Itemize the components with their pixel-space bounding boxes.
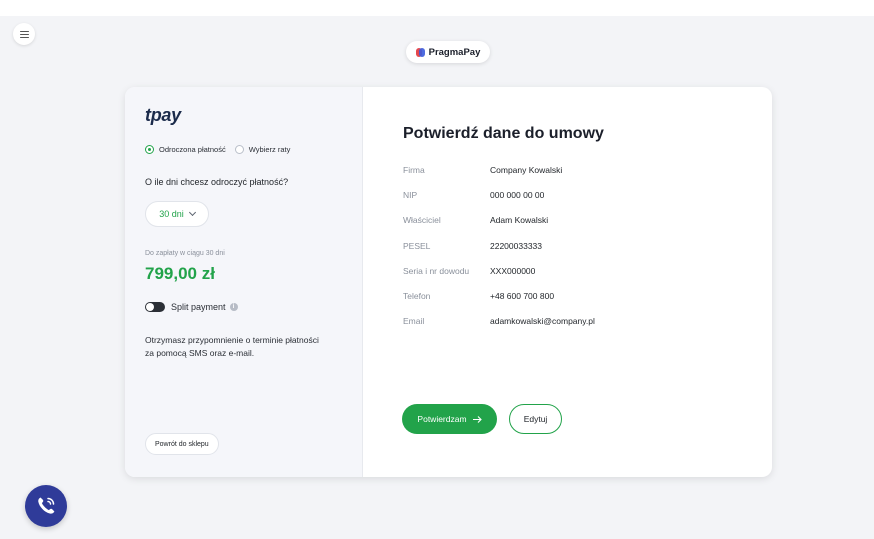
field-value: 000 000 00 00 xyxy=(490,190,545,201)
radio-installments-label[interactable]: Wybierz raty xyxy=(249,145,291,154)
field-row: Email adamkowalski@company.pl xyxy=(403,316,595,341)
page-title: Potwierdź dane do umowy xyxy=(403,125,604,142)
days-select-value: 30 dni xyxy=(159,209,184,219)
split-payment-label: Split payment xyxy=(171,302,226,312)
field-value: adamkowalski@company.pl xyxy=(490,316,595,327)
radio-deferred-label[interactable]: Odroczona płatność xyxy=(159,145,226,154)
days-select[interactable]: 30 dni xyxy=(145,201,209,227)
confirm-button-label: Potwierdzam xyxy=(417,414,467,424)
field-value: +48 600 700 800 xyxy=(490,290,555,301)
due-label: Do zapłaty w ciągu 30 dni xyxy=(145,250,225,257)
payment-type-options: Odroczona płatność Wybierz raty xyxy=(145,145,299,154)
call-button[interactable] xyxy=(25,485,67,527)
arrow-right-icon xyxy=(472,415,482,423)
menu-button[interactable] xyxy=(13,23,35,45)
field-label: Seria i nr dowodu xyxy=(403,265,470,276)
confirm-button[interactable]: Potwierdzam xyxy=(402,404,497,434)
field-value: XXX000000 xyxy=(490,265,536,276)
contract-fields: Firma Company Kowalski NIP 000 000 00 00… xyxy=(403,165,595,341)
hamburger-icon xyxy=(19,30,29,38)
field-value: Company Kowalski xyxy=(490,165,563,175)
tpay-logo: tpay xyxy=(145,105,181,125)
payment-card: tpay Odroczona płatność Wybierz raty O i… xyxy=(125,87,772,477)
reminder-text: Otrzymasz przypomnienie o terminie płatn… xyxy=(145,335,319,358)
edit-button[interactable]: Edytuj xyxy=(509,404,562,434)
phone-icon xyxy=(38,497,55,514)
field-row: PESEL 22200033333 xyxy=(403,241,595,266)
field-value: 22200033333 xyxy=(490,240,543,251)
field-label: Firma xyxy=(403,165,425,175)
field-label: Email xyxy=(403,316,425,327)
field-label: PESEL xyxy=(403,240,431,251)
back-to-shop-button[interactable]: Powrót do sklepu xyxy=(145,433,219,455)
pragmapay-logo-icon xyxy=(415,47,425,57)
field-label: Telefon xyxy=(403,290,431,301)
radio-installments[interactable] xyxy=(234,145,244,154)
field-label: NIP xyxy=(403,190,418,201)
top-bar xyxy=(0,0,874,16)
chevron-down-icon xyxy=(188,208,196,217)
split-payment-toggle[interactable] xyxy=(145,302,165,312)
amount-due: 799,00 zł xyxy=(145,264,215,283)
field-row: NIP 000 000 00 00 xyxy=(403,190,595,215)
payment-options-panel: tpay Odroczona płatność Wybierz raty O i… xyxy=(125,87,363,477)
radio-deferred-payment[interactable] xyxy=(145,145,154,154)
split-payment-row: Split payment i xyxy=(145,302,238,312)
field-label: Właściciel xyxy=(403,215,441,226)
info-icon[interactable]: i xyxy=(229,303,238,311)
deferral-question: O ile dni chcesz odroczyć płatność? xyxy=(145,177,289,187)
field-value: Adam Kowalski xyxy=(490,215,549,226)
field-row: Firma Company Kowalski xyxy=(403,165,595,190)
brand-badge: PragmaPay xyxy=(406,41,490,63)
contract-details-panel: Potwierdź dane do umowy Firma Company Ko… xyxy=(362,87,772,477)
field-row: Telefon +48 600 700 800 xyxy=(403,291,595,316)
field-row: Seria i nr dowodu XXX000000 xyxy=(403,266,595,291)
brand-name: PragmaPay xyxy=(428,46,481,58)
field-row: Właściciel Adam Kowalski xyxy=(403,215,595,240)
